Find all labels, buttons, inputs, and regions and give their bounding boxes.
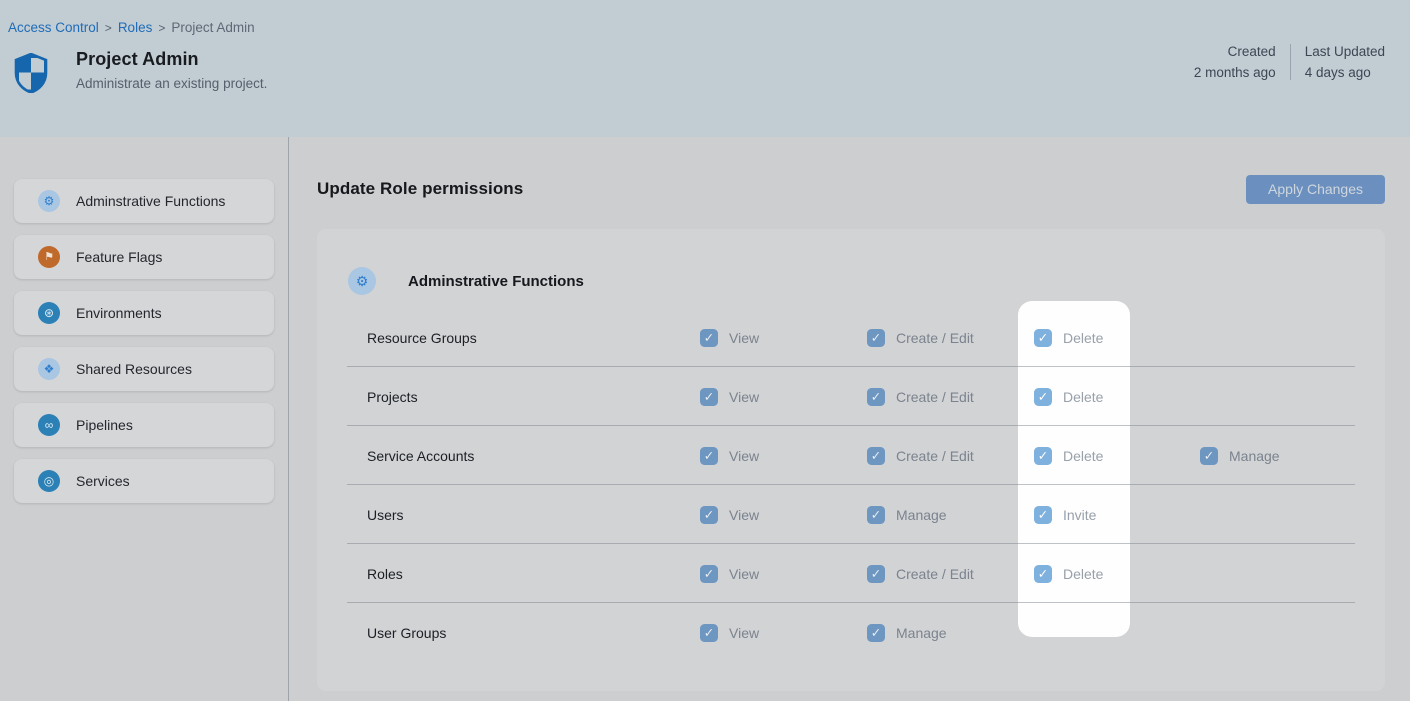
services-icon: ◎ [38,470,60,492]
permissions-card: ⚙ Adminstrative Functions Resource Group… [317,229,1385,691]
pipelines-icon: ∞ [38,414,60,436]
flag-icon: ⚑ [38,246,60,268]
permissions-table: Resource Groups ✓ View ✓ Create / Edit ✓… [317,308,1385,662]
checkbox-checked-icon: ✓ [700,447,718,465]
role-shield-icon [14,53,48,93]
sidebar-item-label: Pipelines [76,417,133,433]
sidebar-item-label: Feature Flags [76,249,162,265]
resource-name: Users [367,507,700,523]
breadcrumb-roles[interactable]: Roles [118,20,153,35]
table-row-roles: Roles ✓ View ✓ Create / Edit ✓ Delete [317,544,1385,603]
checkbox-checked-icon: ✓ [1034,506,1052,524]
checkbox-user-groups-manage[interactable]: ✓ Manage [867,624,1034,642]
page-header: Access Control > Roles > Project Admin P… [0,0,1410,137]
checkbox-resource-groups-create-edit[interactable]: ✓ Create / Edit [867,329,1034,347]
checkbox-checked-icon: ✓ [1200,447,1218,465]
table-row-resource-groups: Resource Groups ✓ View ✓ Create / Edit ✓… [317,308,1385,367]
checkbox-checked-icon: ✓ [700,565,718,583]
checkbox-checked-icon: ✓ [867,388,885,406]
checkbox-roles-create-edit[interactable]: ✓ Create / Edit [867,565,1034,583]
checkbox-checked-icon: ✓ [1034,388,1052,406]
table-row-service-accounts: Service Accounts ✓ View ✓ Create / Edit … [317,426,1385,485]
checkbox-checked-icon: ✓ [867,447,885,465]
checkbox-service-accounts-create-edit[interactable]: ✓ Create / Edit [867,447,1034,465]
resource-name: Resource Groups [367,330,700,346]
breadcrumb-separator-icon: > [158,21,165,35]
checkbox-projects-view[interactable]: ✓ View [700,388,867,406]
checkbox-projects-delete[interactable]: ✓ Delete [1034,388,1200,406]
role-meta: Created 2 months ago Last Updated 4 days… [1180,44,1385,80]
table-row-projects: Projects ✓ View ✓ Create / Edit ✓ Delete [317,367,1385,426]
section-title: Update Role permissions [317,179,523,199]
sidebar-item-pipelines[interactable]: ∞ Pipelines [14,403,274,447]
checkbox-checked-icon: ✓ [867,624,885,642]
checkbox-users-manage[interactable]: ✓ Manage [867,506,1034,524]
shared-resources-icon: ❖ [38,358,60,380]
resource-name: Projects [367,389,700,405]
checkbox-checked-icon: ✓ [700,329,718,347]
checkbox-service-accounts-view[interactable]: ✓ View [700,447,867,465]
checkbox-resource-groups-delete[interactable]: ✓ Delete [1034,329,1200,347]
checkbox-checked-icon: ✓ [867,506,885,524]
sidebar-item-label: Adminstrative Functions [76,193,225,209]
card-title: Adminstrative Functions [408,273,584,290]
checkbox-users-view[interactable]: ✓ View [700,506,867,524]
checkbox-checked-icon: ✓ [867,329,885,347]
sidebar-item-label: Services [76,473,130,489]
checkbox-roles-view[interactable]: ✓ View [700,565,867,583]
checkbox-checked-icon: ✓ [700,506,718,524]
checkbox-checked-icon: ✓ [700,624,718,642]
checkbox-resource-groups-view[interactable]: ✓ View [700,329,867,347]
sidebar-item-label: Environments [76,305,162,321]
checkbox-checked-icon: ✓ [1034,565,1052,583]
environments-icon: ⊛ [38,302,60,324]
sidebar-item-shared-resources[interactable]: ❖ Shared Resources [14,347,274,391]
breadcrumb-current: Project Admin [171,20,254,35]
resource-name: Roles [367,566,700,582]
page-title: Project Admin [76,49,267,70]
resource-name: Service Accounts [367,448,700,464]
permission-categories-sidebar: ⚙ Adminstrative Functions ⚑ Feature Flag… [0,137,289,701]
last-updated-value: 4 days ago [1305,65,1385,80]
checkbox-users-invite[interactable]: ✓ Invite [1034,506,1200,524]
sidebar-item-services[interactable]: ◎ Services [14,459,274,503]
checkbox-checked-icon: ✓ [1034,329,1052,347]
sidebar-item-label: Shared Resources [76,361,192,377]
apply-changes-button[interactable]: Apply Changes [1246,175,1385,204]
sidebar-item-adminstrative-functions[interactable]: ⚙ Adminstrative Functions [14,179,274,223]
table-row-user-groups: User Groups ✓ View ✓ Manage [317,603,1385,662]
gear-icon: ⚙ [348,267,376,295]
sidebar-item-feature-flags[interactable]: ⚑ Feature Flags [14,235,274,279]
checkbox-service-accounts-delete[interactable]: ✓ Delete [1034,447,1200,465]
checkbox-service-accounts-manage[interactable]: ✓ Manage [1200,447,1367,465]
checkbox-checked-icon: ✓ [700,388,718,406]
checkbox-checked-icon: ✓ [867,565,885,583]
resource-name: User Groups [367,625,700,641]
created-label: Created [1194,44,1276,59]
breadcrumb-separator-icon: > [105,21,112,35]
breadcrumb-access-control[interactable]: Access Control [8,20,99,35]
checkbox-projects-create-edit[interactable]: ✓ Create / Edit [867,388,1034,406]
gear-icon: ⚙ [38,190,60,212]
checkbox-checked-icon: ✓ [1034,447,1052,465]
page-subtitle: Administrate an existing project. [76,76,267,91]
last-updated-label: Last Updated [1305,44,1385,59]
table-row-users: Users ✓ View ✓ Manage ✓ Invite [317,485,1385,544]
checkbox-user-groups-view[interactable]: ✓ View [700,624,867,642]
checkbox-roles-delete[interactable]: ✓ Delete [1034,565,1200,583]
breadcrumb: Access Control > Roles > Project Admin [8,20,1410,35]
created-value: 2 months ago [1194,65,1276,80]
sidebar-item-environments[interactable]: ⊛ Environments [14,291,274,335]
main-panel: Update Role permissions Apply Changes ⚙ … [289,137,1410,701]
